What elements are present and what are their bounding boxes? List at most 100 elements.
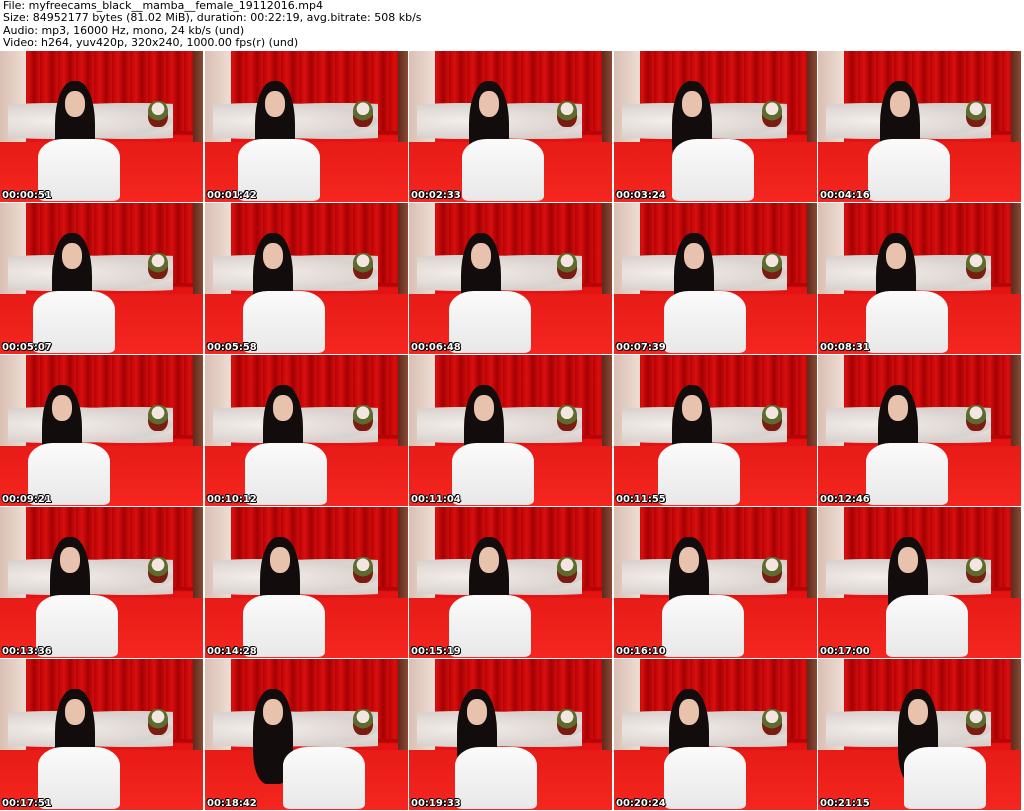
thumbnail-timestamp: 00:11:55 <box>616 494 666 505</box>
thumbnail-timestamp: 00:20:24 <box>616 798 666 809</box>
video-thumbnail: 00:21:15 <box>818 659 1021 810</box>
video-thumbnail: 00:09:21 <box>0 355 203 506</box>
person-face <box>890 91 910 117</box>
person-face <box>273 395 293 421</box>
file-info-header: File: myfreecams_black__mamba__female_19… <box>3 0 422 49</box>
flower-pot <box>762 253 782 279</box>
flower-pot <box>353 253 373 279</box>
flower-pot <box>353 709 373 735</box>
person-face <box>479 547 499 573</box>
flower-pot <box>148 709 168 735</box>
thumbnail-timestamp: 00:08:31 <box>820 342 870 353</box>
flower-pot <box>557 101 577 127</box>
video-thumbnail: 00:02:33 <box>409 51 612 202</box>
flower-pot <box>762 557 782 583</box>
thumbnail-timestamp: 00:06:48 <box>411 342 461 353</box>
video-thumbnail: 00:04:16 <box>818 51 1021 202</box>
thumbnail-timestamp: 00:10:12 <box>207 494 257 505</box>
flower-pot <box>148 405 168 431</box>
video-thumbnail: 00:07:39 <box>614 203 817 354</box>
video-thumbnail: 00:15:19 <box>409 507 612 658</box>
thumbnail-timestamp: 00:19:33 <box>411 798 461 809</box>
person-shirt <box>455 747 537 809</box>
thumbnail-timestamp: 00:09:21 <box>2 494 52 505</box>
person-face <box>62 243 82 269</box>
video-thumbnail: 00:11:04 <box>409 355 612 506</box>
video-thumbnail: 00:05:58 <box>205 203 408 354</box>
flower-pot <box>148 101 168 127</box>
person-face <box>474 395 494 421</box>
person-face <box>60 547 80 573</box>
person-face <box>263 243 283 269</box>
video-thumbnail: 00:00:51 <box>0 51 203 202</box>
flower-pot <box>353 101 373 127</box>
person-face <box>263 699 283 725</box>
flower-pot <box>557 253 577 279</box>
person-face <box>888 395 908 421</box>
person-shirt <box>866 291 948 353</box>
person-shirt <box>868 139 950 201</box>
person-shirt <box>664 747 746 809</box>
person-face <box>886 243 906 269</box>
thumbnail-timestamp: 00:17:51 <box>2 798 52 809</box>
video-thumbnail: 00:05:07 <box>0 203 203 354</box>
person-face <box>65 699 85 725</box>
flower-pot <box>353 557 373 583</box>
thumbnail-timestamp: 00:04:16 <box>820 190 870 201</box>
thumbnail-timestamp: 00:11:04 <box>411 494 461 505</box>
thumbnail-timestamp: 00:21:15 <box>820 798 870 809</box>
video-thumbnail: 00:18:42 <box>205 659 408 810</box>
person-face <box>682 91 702 117</box>
person-face <box>471 243 491 269</box>
flower-pot <box>762 101 782 127</box>
flower-pot <box>762 405 782 431</box>
thumbnail-timestamp: 00:17:00 <box>820 646 870 657</box>
video-info-line: Video: h264, yuv420p, 320x240, 1000.00 f… <box>3 35 299 49</box>
video-thumbnail: 00:11:55 <box>614 355 817 506</box>
video-thumbnail: 00:03:24 <box>614 51 817 202</box>
video-thumbnail: 00:14:28 <box>205 507 408 658</box>
thumbnail-timestamp: 00:13:36 <box>2 646 52 657</box>
thumbnail-timestamp: 00:03:24 <box>616 190 666 201</box>
person-shirt <box>658 443 740 505</box>
thumbnail-timestamp: 00:05:07 <box>2 342 52 353</box>
person-face <box>52 395 72 421</box>
person-face <box>479 91 499 117</box>
person-shirt <box>245 443 327 505</box>
video-thumbnail: 00:20:24 <box>614 659 817 810</box>
thumbnail-timestamp: 00:16:10 <box>616 646 666 657</box>
person-face <box>265 91 285 117</box>
person-face <box>679 699 699 725</box>
person-shirt <box>452 443 534 505</box>
person-shirt <box>904 747 986 809</box>
person-face <box>270 547 290 573</box>
thumbnail-timestamp: 00:15:19 <box>411 646 461 657</box>
thumbnail-timestamp: 00:07:39 <box>616 342 666 353</box>
person-shirt <box>449 595 531 657</box>
flower-pot <box>966 709 986 735</box>
person-shirt <box>462 139 544 201</box>
thumbnail-timestamp: 00:12:46 <box>820 494 870 505</box>
person-shirt <box>449 291 531 353</box>
video-thumbnail: 00:17:00 <box>818 507 1021 658</box>
person-face <box>679 547 699 573</box>
video-thumbnail: 00:01:42 <box>205 51 408 202</box>
person-shirt <box>664 291 746 353</box>
video-thumbnail: 00:08:31 <box>818 203 1021 354</box>
flower-pot <box>966 557 986 583</box>
person-face <box>65 91 85 117</box>
person-shirt <box>886 595 968 657</box>
thumbnail-timestamp: 00:18:42 <box>207 798 257 809</box>
video-thumbnail: 00:17:51 <box>0 659 203 810</box>
flower-pot <box>966 253 986 279</box>
person-shirt <box>866 443 948 505</box>
flower-pot <box>762 709 782 735</box>
flower-pot <box>148 253 168 279</box>
flower-pot <box>557 557 577 583</box>
person-shirt <box>672 139 754 201</box>
thumbnail-timestamp: 00:14:28 <box>207 646 257 657</box>
flower-pot <box>966 101 986 127</box>
video-thumbnail: 00:06:48 <box>409 203 612 354</box>
flower-pot <box>966 405 986 431</box>
thumbnail-grid: 00:00:51 00:01:42 00:02:33 00:03:24 00:04:16… <box>0 51 1024 811</box>
